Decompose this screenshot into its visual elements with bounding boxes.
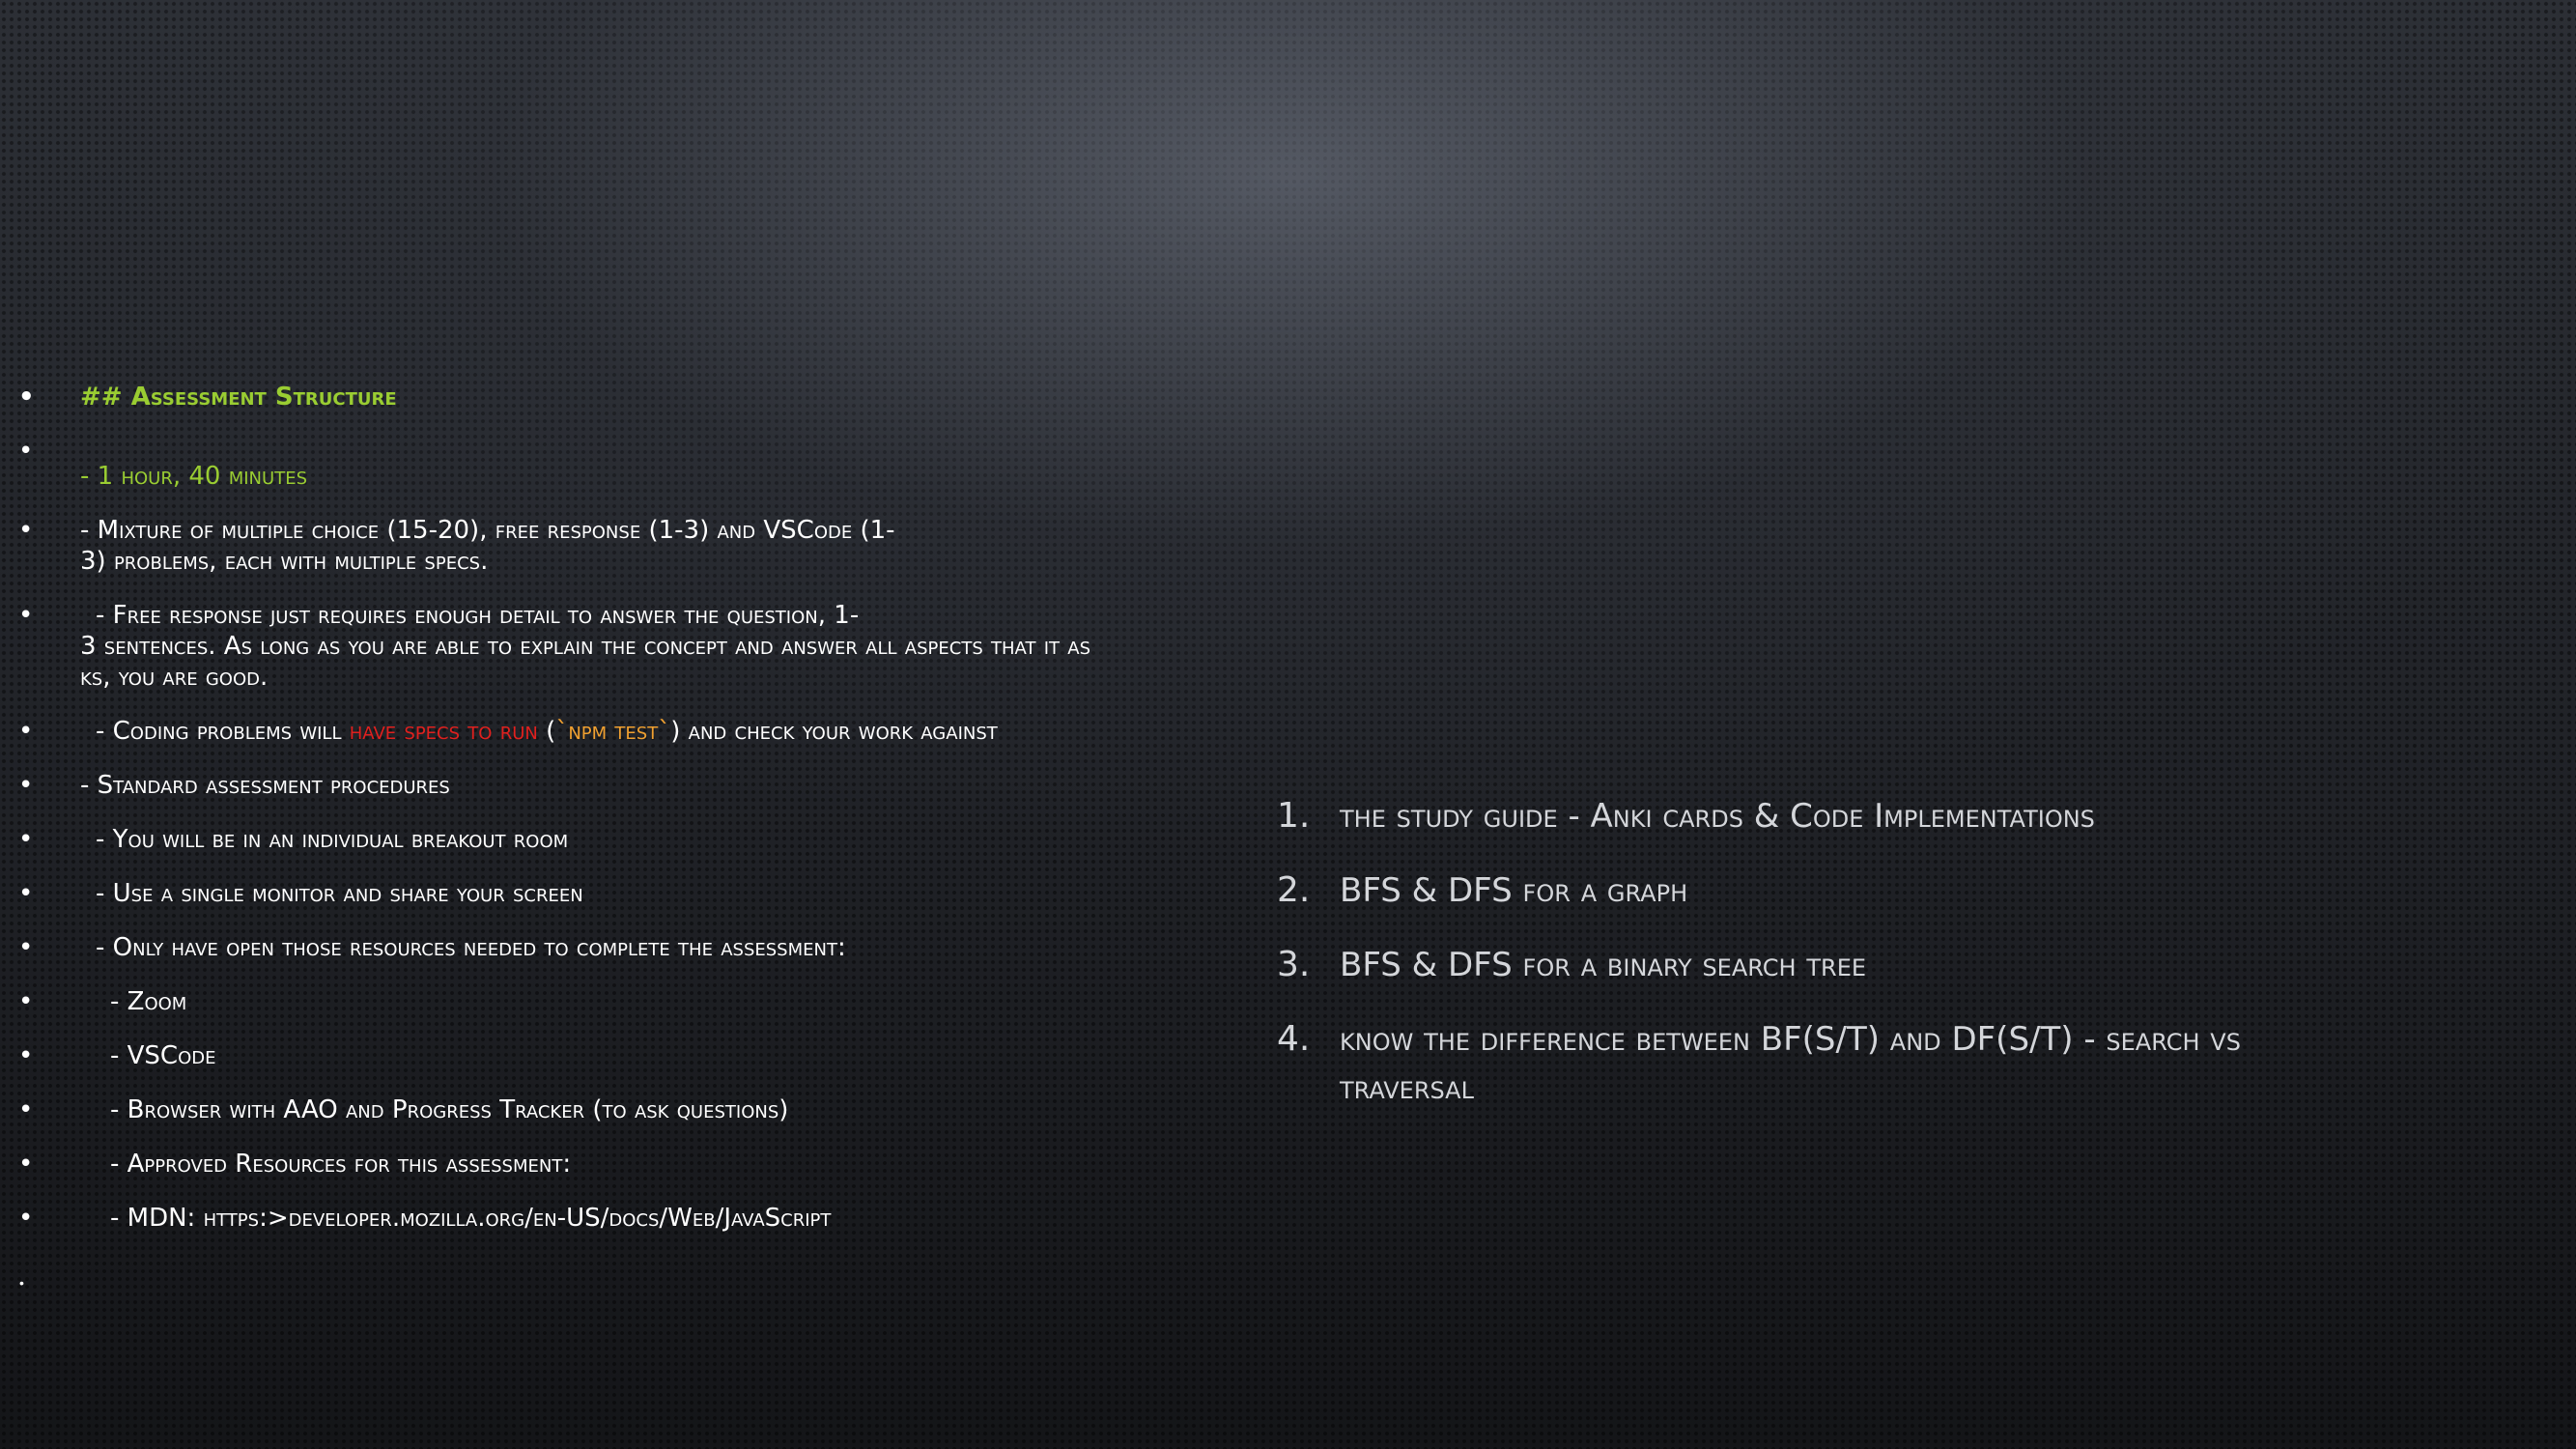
breakout-room-text: - You will be in an individual breakout … [96,825,569,854]
duration-text: - 1 hour, 40 minutes [80,462,307,491]
topic-text: BFS & DFS for a binary search tree [1340,946,1867,984]
browser-text: - Browser with AAO and Progress Tracker … [110,1095,789,1124]
assessment-structure-heading: ## Assessment Structure [80,383,397,412]
bullet: • [18,987,34,1016]
single-monitor-text: - Use a single monitor and share your sc… [96,879,583,908]
list-item-free-response: • - Free response just requires enough d… [0,600,1256,693]
list-item-breakout-room: • - You will be in an individual breakou… [0,824,1256,855]
list-item-open-resources: • - Only have open those resources neede… [0,932,1256,963]
coding-problems-mid: ( [537,717,556,746]
topic-number: 3. [1277,945,1311,984]
assessment-structure-list: • ## Assessment Structure • - 1 hour, 40… [0,382,1256,1257]
bullet: • [18,516,34,545]
topic-number: 4. [1277,1019,1311,1059]
topic-item-study-guide: 1. the study guide - Anki cards & Code I… [1275,792,2299,840]
list-item-mixture: • - Mixture of multiple choice (15-20), … [0,515,1256,577]
topic-text: BFS & DFS for a graph [1340,871,1688,910]
topic-item-graph: 2. BFS & DFS for a graph [1275,867,2299,915]
bullet: • [18,1204,34,1233]
bullet: • [18,825,34,854]
coding-problems-pre: - Coding problems will [96,717,350,746]
bullet: • [18,1095,34,1124]
approved-resources-text: - Approved Resources for this assessment… [110,1150,572,1179]
free-response-line1: - Free response just requires enough det… [96,601,860,630]
coding-problems-red-text: have specs to run [349,717,538,746]
topic-text: the study guide - Anki cards & Code Impl… [1340,797,2095,836]
topic-item-bst: 3. BFS & DFS for a binary search tree [1275,941,2299,989]
bullet: • [18,383,35,412]
vscode-text: - VSCode [110,1041,216,1070]
bullet: • [18,933,34,962]
mixture-text-line2: 3) problems, each with multiple specs. [80,547,489,576]
free-response-line2: 3 sentences. As long as you are able to … [80,632,1091,661]
list-item-approved-resources: • - Approved Resources for this assessme… [0,1149,1256,1179]
topic-number: 2. [1277,870,1311,910]
coding-problems-npm-test: `npm test` [555,717,671,746]
topic-item-difference: 4. know the difference between BF(S/T) a… [1275,1015,2299,1112]
free-response-line3: ks, you are good. [80,663,269,692]
zoom-text: - Zoom [110,987,187,1016]
bullet: • [18,1041,34,1070]
bullet: • [18,1150,34,1179]
list-item-browser: • - Browser with AAO and Progress Tracke… [0,1094,1256,1125]
bullet: • [18,771,34,800]
bullet: • [18,717,34,746]
list-item-standard-procedures: • - Standard assessment procedures [0,770,1256,801]
topic-text: know the difference between BF(S/T) and … [1340,1020,2241,1107]
study-topics-list: 1. the study guide - Anki cards & Code I… [1275,792,2299,1138]
topic-number: 1. [1277,796,1311,836]
mixture-text-line1: - Mixture of multiple choice (15-20), fr… [80,516,895,545]
standard-procedures-text: - Standard assessment procedures [80,771,450,800]
open-resources-text: - Only have open those resources needed … [96,933,846,962]
bullet: • [18,601,34,630]
list-item-single-monitor: • - Use a single monitor and share your … [0,878,1256,909]
list-item-mdn: • - MDN: https:>developer.mozilla.org/en… [0,1203,1256,1234]
list-item-coding-problems: • - Coding problems will have specs to r… [0,716,1256,747]
list-item-duration: • - 1 hour, 40 minutes [0,436,1256,492]
coding-problems-post: ) and check your work against [670,717,998,746]
mdn-text: - MDN: https:>developer.mozilla.org/en-U… [110,1204,832,1233]
heading-item: • ## Assessment Structure [0,382,1256,412]
list-item-vscode: • - VSCode [0,1040,1256,1071]
list-item-zoom: • - Zoom [0,986,1256,1017]
bullet: • [18,437,34,466]
empty-bullet: • [19,1275,24,1291]
bullet: • [18,879,34,908]
